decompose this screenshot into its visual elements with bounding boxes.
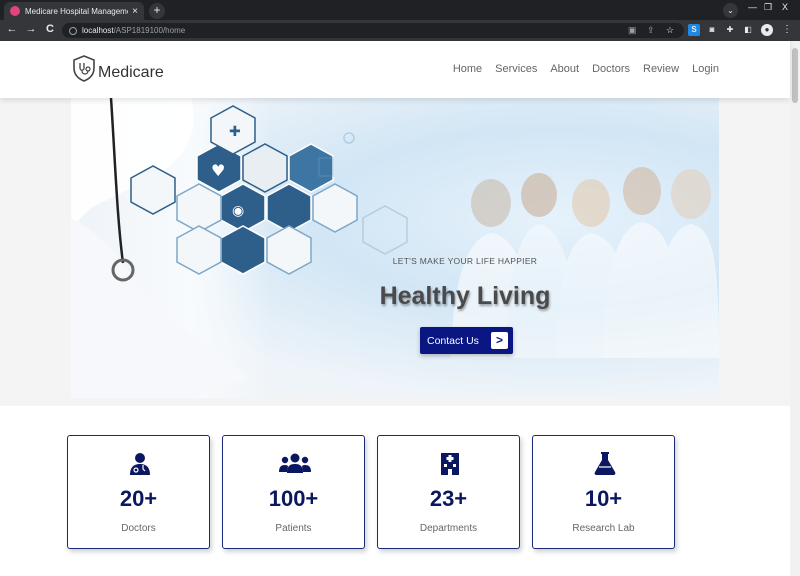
stat-label: Doctors xyxy=(121,523,156,534)
logo[interactable]: Medicare xyxy=(72,55,164,82)
site-header: Medicare Home Services About Doctors Rev… xyxy=(0,41,790,98)
stats-section: 20+ Doctors 100+ Patients 23+ Department… xyxy=(0,406,790,576)
brand-name: Medicare xyxy=(98,63,164,81)
address-bar[interactable]: localhost /ASP1819100/home ▣ ⇪ ☆ xyxy=(62,23,684,38)
nav-about[interactable]: About xyxy=(550,63,579,75)
doctor-icon xyxy=(130,453,150,475)
restore-icon[interactable]: ❐ xyxy=(764,2,772,13)
contact-us-button[interactable]: Contact Us > xyxy=(420,327,513,354)
hero-image: ✚ ♥ ◉ xyxy=(71,98,719,398)
flask-icon xyxy=(594,452,616,475)
svg-text:◉: ◉ xyxy=(232,203,244,219)
tab-title: Medicare Hospital Management xyxy=(25,6,129,16)
svg-text:♥: ♥ xyxy=(211,161,225,180)
nav-review[interactable]: Review xyxy=(643,63,679,75)
profile-avatar-icon[interactable]: ● xyxy=(761,24,773,36)
stat-value: 10+ xyxy=(584,486,623,511)
new-tab-button[interactable]: + xyxy=(149,3,165,19)
medical-hexagon-graphic: ✚ ♥ ◉ xyxy=(71,98,719,398)
stat-label: Departments xyxy=(419,523,478,534)
stat-card-research-lab: 10+ Research Lab xyxy=(532,435,675,549)
main-nav: Home Services About Doctors Review Login xyxy=(453,63,719,75)
favicon-icon xyxy=(10,6,20,16)
camera-extension-icon[interactable]: ◙ xyxy=(706,24,718,36)
contact-us-label: Contact Us xyxy=(427,334,479,347)
url-host: localhost xyxy=(82,26,114,35)
hero-section: ✚ ♥ ◉ LET'S MAKE YOUR LIFE HAPPIER Healt… xyxy=(0,98,790,406)
chevron-right-icon: > xyxy=(491,332,508,349)
extensions-puzzle-icon[interactable]: ✚ xyxy=(724,24,736,36)
stat-value: 100+ xyxy=(268,486,319,511)
nav-home[interactable]: Home xyxy=(453,63,482,75)
hero-subtitle: LET'S MAKE YOUR LIFE HAPPIER xyxy=(392,256,538,266)
patients-icon xyxy=(279,453,311,473)
stat-card-doctors: 20+ Doctors xyxy=(67,435,210,549)
bookmark-star-icon[interactable]: ☆ xyxy=(666,25,674,36)
tab-search-icon[interactable]: ⌄ xyxy=(723,3,738,18)
shield-stethoscope-icon xyxy=(73,55,95,82)
nav-login[interactable]: Login xyxy=(692,63,719,75)
hero-title: Healthy Living xyxy=(379,282,551,310)
stat-value: 20+ xyxy=(119,486,158,511)
reload-icon[interactable]: C xyxy=(43,23,57,35)
forward-icon[interactable]: → xyxy=(24,23,38,35)
minimize-icon[interactable]: — xyxy=(748,2,757,12)
stat-label: Research Lab xyxy=(572,523,635,534)
translate-icon[interactable]: ▣ xyxy=(628,25,637,36)
stat-card-departments: 23+ Departments xyxy=(377,435,520,549)
stat-card-patients: 100+ Patients xyxy=(222,435,365,549)
browser-menu-icon[interactable]: ⋮ xyxy=(781,24,793,36)
window-close-icon[interactable]: X xyxy=(782,2,788,12)
page-scrollbar[interactable] xyxy=(790,41,800,576)
stat-label: Patients xyxy=(275,523,312,534)
extension-s-icon[interactable]: S xyxy=(688,24,700,36)
url-path: /ASP1819100/home xyxy=(113,26,186,35)
nav-doctors[interactable]: Doctors xyxy=(592,63,630,75)
share-icon[interactable]: ⇪ xyxy=(647,25,655,36)
svg-text:✚: ✚ xyxy=(229,124,241,140)
site-info-icon[interactable] xyxy=(69,26,77,35)
tab-close-icon[interactable]: × xyxy=(132,6,138,17)
stat-value: 23+ xyxy=(429,486,468,511)
nav-services[interactable]: Services xyxy=(495,63,537,75)
back-icon[interactable]: ← xyxy=(5,23,19,35)
hospital-icon xyxy=(441,453,459,475)
browser-tab[interactable]: Medicare Hospital Management × xyxy=(4,2,144,20)
side-panel-icon[interactable]: ◧ xyxy=(742,24,754,36)
browser-toolbar: ← → C localhost /ASP1819100/home ▣ ⇪ ☆ S… xyxy=(0,20,800,41)
scrollbar-thumb[interactable] xyxy=(792,48,798,103)
browser-tab-bar: Medicare Hospital Management × + ⌄ — ❐ X xyxy=(0,0,800,20)
